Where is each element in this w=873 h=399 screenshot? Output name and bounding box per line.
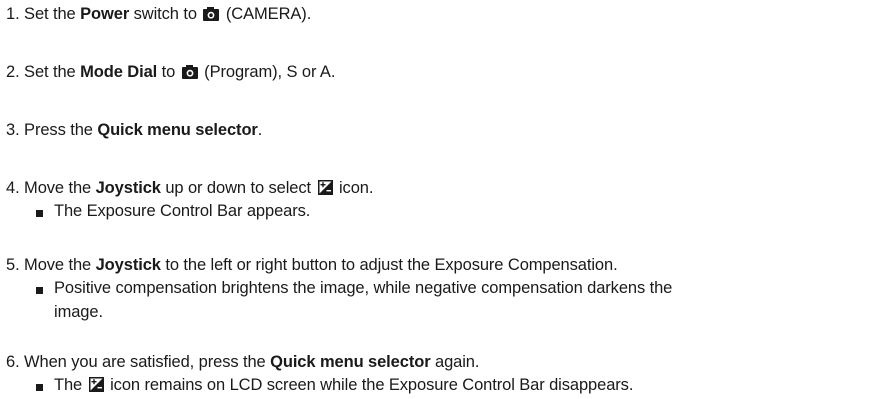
step-text: to	[157, 63, 180, 81]
exposure-compensation-icon	[88, 377, 104, 392]
step-3: 3. Press the Quick menu selector.	[6, 120, 262, 140]
step-4: 4. Move the Joystick up or down to selec…	[6, 178, 373, 198]
step-5: 5. Move the Joystick to the left or righ…	[6, 255, 618, 275]
step-number: 2.	[6, 63, 20, 81]
camera-icon	[203, 7, 220, 21]
step-keyword: Quick menu selector	[97, 121, 258, 139]
step-4-note: The Exposure Control Bar appears.	[54, 202, 311, 220]
exposure-compensation-icon	[317, 180, 333, 195]
step-keyword: Joystick	[95, 179, 161, 197]
step-5-note-line-1: Positive compensation brightens the imag…	[54, 279, 673, 297]
step-text: .	[257, 121, 263, 139]
step-text: Set the	[24, 5, 81, 23]
step-text: to the left or right button to adjust th…	[160, 256, 618, 274]
step-number: 1.	[6, 5, 20, 23]
step-text: Press the	[24, 121, 98, 139]
bullet-marker	[36, 384, 43, 391]
step-6-note-text: The	[54, 376, 87, 394]
step-text: Set the	[24, 63, 81, 81]
step-text: (CAMERA).	[221, 5, 312, 23]
step-5-note-line-2: image.	[54, 303, 103, 321]
step-6: 6. When you are satisfied, press the Qui…	[6, 352, 479, 372]
step-keyword: Joystick	[95, 256, 161, 274]
bullet-marker	[36, 210, 43, 217]
step-text: Move the	[24, 256, 96, 274]
step-2: 2. Set the Mode Dial to (Program), S or …	[6, 62, 335, 82]
step-text: Move the	[24, 179, 96, 197]
camera-icon	[181, 65, 198, 79]
step-text: again.	[430, 353, 480, 371]
step-number: 5.	[6, 256, 20, 274]
step-text: (Program), S or A.	[199, 63, 336, 81]
bullet-marker	[36, 287, 43, 294]
step-number: 4.	[6, 179, 20, 197]
step-text: icon.	[334, 179, 374, 197]
step-number: 3.	[6, 121, 20, 139]
step-6-note: The icon remains on LCD screen while the…	[54, 375, 633, 395]
step-keyword: Quick menu selector	[270, 353, 431, 371]
step-6-note-text: icon remains on LCD screen while the Exp…	[105, 376, 634, 394]
step-keyword: Power	[80, 5, 130, 23]
step-text: switch to	[129, 5, 202, 23]
step-text: up or down to select	[160, 179, 316, 197]
step-keyword: Mode Dial	[80, 63, 158, 81]
instruction-document: 1. Set the Power switch to (CAMERA). 2. …	[0, 0, 873, 399]
step-text: When you are satisfied, press the	[24, 353, 271, 371]
step-1: 1. Set the Power switch to (CAMERA).	[6, 4, 311, 24]
step-number: 6.	[6, 353, 20, 371]
